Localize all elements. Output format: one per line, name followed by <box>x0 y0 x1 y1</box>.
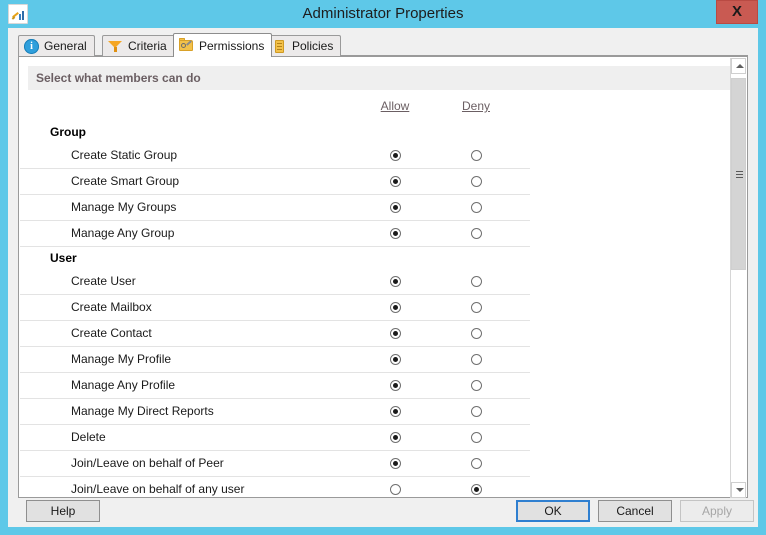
deny-radio[interactable] <box>471 276 482 287</box>
scrollbar-track[interactable] <box>731 74 746 482</box>
allow-radio[interactable] <box>390 432 401 443</box>
column-header-deny: Deny <box>461 99 490 113</box>
chevron-up-icon <box>736 64 744 68</box>
deny-radio[interactable] <box>471 432 482 443</box>
permissions-page: Select what members can do Allow Deny Gr… <box>18 56 748 498</box>
permission-row: Create Static Group <box>20 143 530 169</box>
deny-radio[interactable] <box>471 328 482 339</box>
deny-radio[interactable] <box>471 302 482 313</box>
scroll-up-button[interactable] <box>731 58 746 74</box>
permission-label: Join/Leave on behalf of any user <box>71 482 245 496</box>
section-header-label: Select what members can do <box>36 71 201 85</box>
deny-radio[interactable] <box>471 202 482 213</box>
permission-label: Create Static Group <box>71 148 178 162</box>
permission-label: Create Contact <box>71 326 152 340</box>
allow-radio[interactable] <box>390 484 401 495</box>
cancel-button[interactable]: Cancel <box>598 500 672 522</box>
tab-strip: General Criteria Permissions Poli <box>18 33 748 57</box>
permission-label: Delete <box>71 430 106 444</box>
permission-row: Manage My Groups <box>20 195 530 221</box>
permission-row: Manage Any Profile <box>20 373 530 399</box>
ok-button[interactable]: OK <box>516 500 590 522</box>
deny-radio[interactable] <box>471 484 482 495</box>
allow-radio[interactable] <box>390 276 401 287</box>
book-icon <box>272 39 287 54</box>
grip-icon <box>736 171 743 178</box>
chevron-down-icon <box>736 488 744 492</box>
allow-radio[interactable] <box>390 302 401 313</box>
dialog-window: Administrator Properties X General Crite… <box>0 0 766 535</box>
permission-row: Join/Leave on behalf of any user <box>20 477 530 498</box>
folder-key-icon <box>179 38 194 53</box>
close-icon: X <box>731 3 742 20</box>
help-button[interactable]: Help <box>26 500 100 522</box>
permission-row: Create Smart Group <box>20 169 530 195</box>
permission-row: Manage Any Group <box>20 221 530 247</box>
deny-radio[interactable] <box>471 458 482 469</box>
allow-radio[interactable] <box>390 176 401 187</box>
permission-label: Join/Leave on behalf of Peer <box>71 456 224 470</box>
permission-row: Create Mailbox <box>20 295 530 321</box>
info-icon <box>24 38 39 54</box>
deny-radio[interactable] <box>471 150 482 161</box>
permission-label: Manage Any Group <box>71 226 175 240</box>
dialog-footer: Help OK Cancel Apply <box>8 498 758 527</box>
allow-radio[interactable] <box>390 458 401 469</box>
allow-radio[interactable] <box>390 380 401 391</box>
tab-policies-label: Policies <box>292 39 334 53</box>
allow-radio[interactable] <box>390 150 401 161</box>
dialog-client-area: General Criteria Permissions Poli <box>8 28 758 527</box>
tab-criteria[interactable]: Criteria <box>102 35 175 56</box>
group-title: Group <box>50 125 86 139</box>
allow-radio[interactable] <box>390 354 401 365</box>
tab-general-label: General <box>44 39 87 53</box>
allow-radio[interactable] <box>390 202 401 213</box>
deny-radio[interactable] <box>471 176 482 187</box>
permission-row: Join/Leave on behalf of Peer <box>20 451 530 477</box>
permission-label: Create User <box>71 274 136 288</box>
permissions-scroll-viewport: Group Create Static Group Create Smart Gro… <box>20 121 732 498</box>
permission-label: Create Mailbox <box>71 300 152 314</box>
allow-radio[interactable] <box>390 228 401 239</box>
scrollbar-thumb[interactable] <box>731 78 746 270</box>
permission-label: Manage My Groups <box>71 200 177 214</box>
apply-button: Apply <box>680 500 754 522</box>
permission-row: Create User <box>20 269 530 295</box>
deny-radio[interactable] <box>471 380 482 391</box>
permission-label: Manage My Profile <box>71 352 172 366</box>
title-bar: Administrator Properties X <box>0 0 766 28</box>
column-header-allow: Allow <box>380 99 410 113</box>
permission-row: Manage My Direct Reports <box>20 399 530 425</box>
vertical-scrollbar[interactable] <box>730 58 746 498</box>
permission-label: Manage My Direct Reports <box>71 404 214 418</box>
deny-radio[interactable] <box>471 354 482 365</box>
tab-criteria-label: Criteria <box>128 39 167 53</box>
deny-radio[interactable] <box>471 406 482 417</box>
close-button[interactable]: X <box>716 0 758 24</box>
tab-general[interactable]: General <box>18 35 95 56</box>
permission-row: Delete <box>20 425 530 451</box>
permission-label: Create Smart Group <box>71 174 180 188</box>
deny-radio[interactable] <box>471 228 482 239</box>
window-title: Administrator Properties <box>302 5 464 22</box>
funnel-icon <box>108 39 123 54</box>
permissions-list: Group Create Static Group Create Smart Gro… <box>20 121 732 498</box>
allow-radio[interactable] <box>390 328 401 339</box>
tab-policies[interactable]: Policies <box>266 35 342 56</box>
section-header-band: Select what members can do <box>28 66 738 90</box>
group-title: User <box>50 251 77 265</box>
permission-label: Manage Any Profile <box>71 378 176 392</box>
tab-permissions[interactable]: Permissions <box>173 33 273 57</box>
scroll-down-button[interactable] <box>731 482 746 498</box>
permission-row: Manage My Profile <box>20 347 530 373</box>
permission-row: Create Contact <box>20 321 530 347</box>
allow-radio[interactable] <box>390 406 401 417</box>
tab-permissions-label: Permissions <box>199 38 265 53</box>
